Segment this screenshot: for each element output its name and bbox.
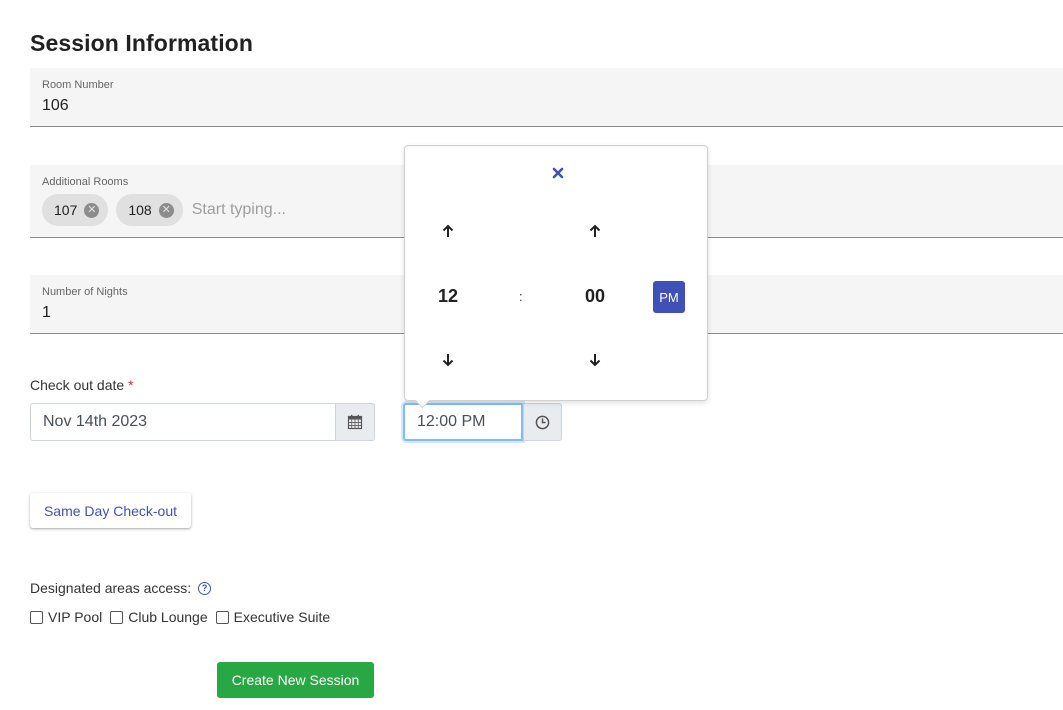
room-chips: 107 ✕ 108 ✕ (42, 194, 392, 226)
checkbox-executive-suite[interactable]: Executive Suite (215, 609, 331, 625)
checkbox-icon[interactable] (30, 610, 43, 624)
room-chip: 107 ✕ (42, 194, 109, 226)
room-number-label: Room Number (42, 79, 114, 91)
additional-rooms-label: Additional Rooms (42, 176, 129, 188)
required-mark: * (128, 377, 134, 393)
designated-areas-label-text: Designated areas access: (30, 580, 192, 596)
close-icon[interactable] (552, 166, 564, 184)
chip-remove-icon[interactable]: ✕ (84, 202, 100, 218)
checkbox-vip-pool[interactable]: VIP Pool (30, 609, 102, 625)
checkbox-club-lounge[interactable]: Club Lounge (110, 609, 208, 625)
create-new-session-button[interactable]: Create New Session (217, 662, 374, 698)
minute-increment-arrow-up-icon[interactable] (588, 224, 602, 243)
number-of-nights-label: Number of Nights (42, 286, 128, 298)
additional-rooms-input[interactable] (191, 201, 392, 219)
room-chip-label: 108 (128, 202, 152, 218)
checkout-date-label-text: Check out date (30, 377, 125, 393)
room-number-field[interactable]: Room Number 106 (30, 68, 1063, 127)
hour-decrement-arrow-down-icon[interactable] (441, 353, 455, 372)
calendar-button[interactable] (335, 403, 375, 441)
time-picker-popup: 12 : 00 PM (404, 145, 708, 401)
minute-decrement-arrow-down-icon[interactable] (588, 353, 602, 372)
room-chip: 108 ✕ (116, 194, 183, 226)
checkbox-label: Club Lounge (128, 609, 208, 625)
room-number-value[interactable]: 106 (42, 97, 69, 115)
room-chip-label: 107 (54, 202, 78, 218)
checkout-time-input[interactable] (403, 403, 523, 441)
hour-value[interactable]: 12 (428, 286, 468, 307)
checkout-date-input[interactable] (30, 403, 335, 441)
chip-remove-icon[interactable]: ✕ (158, 202, 174, 218)
checkbox-icon[interactable] (110, 610, 124, 624)
minute-value[interactable]: 00 (575, 286, 615, 307)
same-day-checkout-button[interactable]: Same Day Check-out (30, 493, 191, 528)
number-of-nights-value[interactable]: 1 (42, 304, 51, 322)
help-icon[interactable]: ? (198, 581, 212, 595)
time-separator: : (519, 289, 523, 304)
clock-button[interactable] (523, 403, 562, 441)
checkbox-label: Executive Suite (233, 609, 331, 625)
designated-areas-options: VIP Pool Club Lounge Executive Suite (30, 609, 338, 625)
checkout-date-label: Check out date * (30, 377, 134, 393)
period-toggle-button[interactable]: PM (653, 281, 685, 313)
page-title: Session Information (30, 30, 253, 56)
checkbox-icon[interactable] (215, 610, 229, 624)
checkout-date-group (30, 403, 375, 441)
calendar-icon (347, 414, 363, 430)
designated-areas-label: Designated areas access: ? (30, 580, 212, 596)
checkbox-label: VIP Pool (48, 609, 103, 625)
checkout-time-group (403, 403, 562, 441)
hour-increment-arrow-up-icon[interactable] (441, 224, 455, 243)
clock-icon (535, 415, 550, 429)
